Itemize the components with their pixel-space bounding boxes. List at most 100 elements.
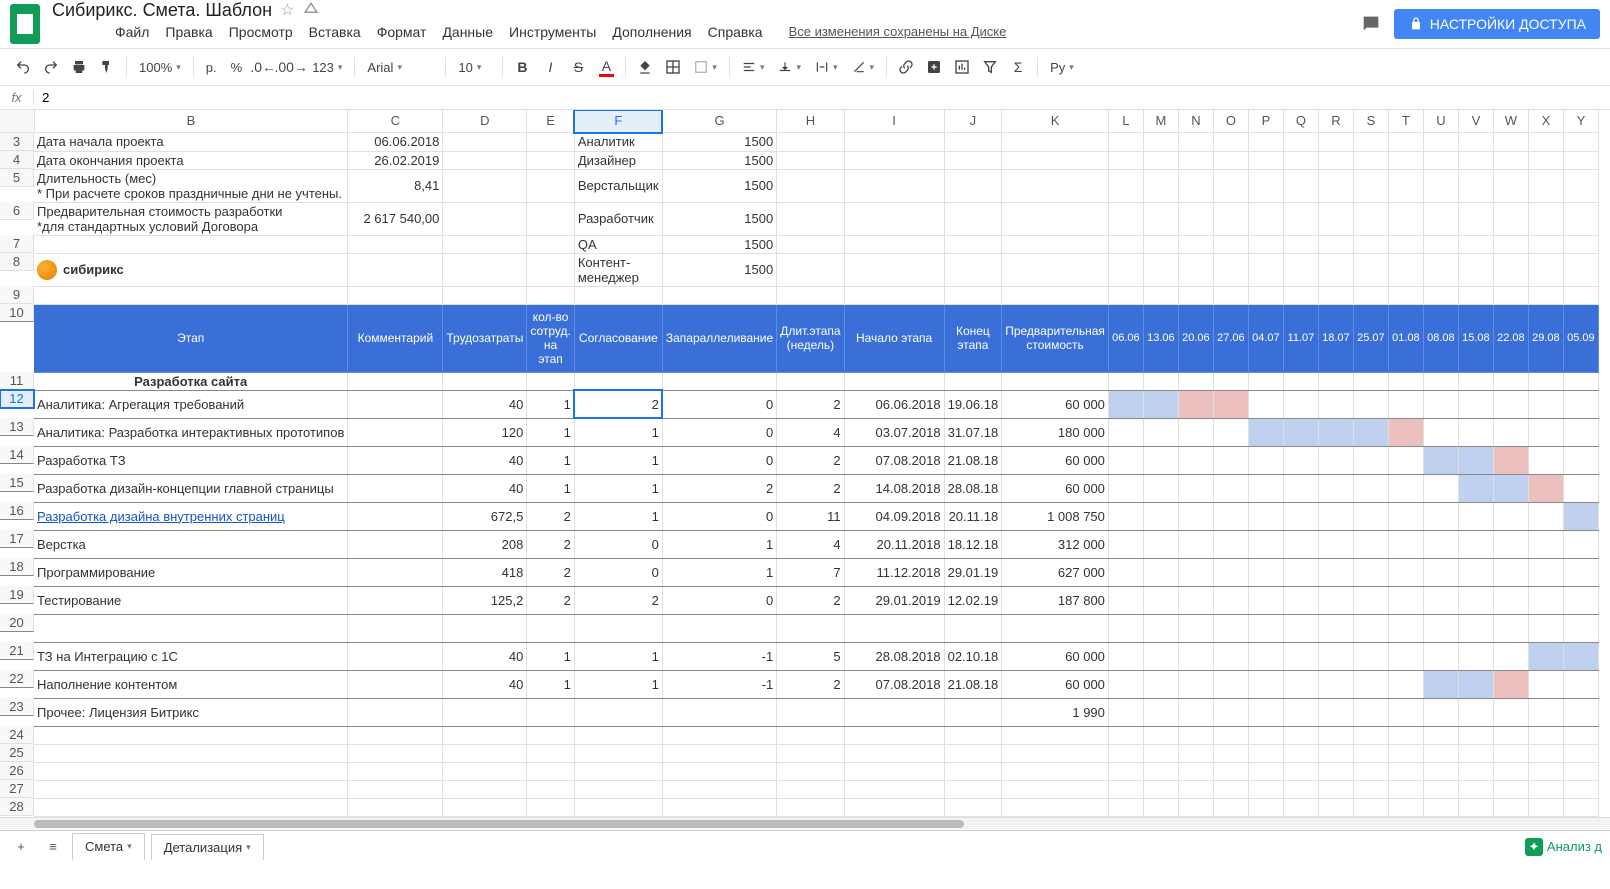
cell[interactable] [1248, 151, 1283, 169]
cell[interactable]: 2 [662, 474, 776, 502]
cell[interactable] [1108, 726, 1143, 744]
gantt-cell[interactable] [1388, 530, 1423, 558]
cell[interactable] [1002, 253, 1109, 286]
cell[interactable] [574, 286, 662, 304]
cell[interactable] [527, 372, 575, 390]
cell[interactable] [1213, 614, 1248, 642]
row-header-25[interactable]: 25 [0, 744, 34, 762]
cell[interactable] [1423, 169, 1458, 202]
header-approve[interactable]: Согласование [574, 304, 662, 372]
header-date[interactable]: 08.08 [1423, 304, 1458, 372]
cell[interactable]: 29.01.2019 [844, 586, 944, 614]
gantt-cell[interactable] [1283, 670, 1318, 698]
row-header-22[interactable]: 22 [0, 670, 34, 688]
cell[interactable] [1528, 762, 1563, 780]
cell[interactable] [1213, 286, 1248, 304]
gantt-cell[interactable] [1563, 502, 1598, 530]
cell[interactable] [1563, 133, 1598, 152]
cell[interactable]: сибирикс [34, 253, 348, 286]
cell[interactable]: 2 [574, 586, 662, 614]
col-header-V[interactable]: V [1458, 110, 1493, 133]
cell[interactable] [1423, 726, 1458, 744]
gantt-cell[interactable] [1458, 474, 1493, 502]
cell[interactable] [662, 744, 776, 762]
cell[interactable] [34, 235, 348, 253]
cell[interactable] [1388, 151, 1423, 169]
text-color-button[interactable]: A [593, 54, 619, 80]
cell[interactable]: 07.08.2018 [844, 670, 944, 698]
gantt-cell[interactable] [1458, 642, 1493, 670]
gantt-cell[interactable] [1528, 586, 1563, 614]
col-header-O[interactable]: O [1213, 110, 1248, 133]
col-header-C[interactable]: C [348, 110, 443, 133]
cell[interactable] [1528, 726, 1563, 744]
gantt-cell[interactable] [1108, 558, 1143, 586]
cell[interactable] [348, 614, 443, 642]
filter-button[interactable] [977, 54, 1003, 80]
cell[interactable] [1388, 133, 1423, 152]
cell[interactable] [1563, 780, 1598, 798]
gantt-cell[interactable] [1493, 670, 1528, 698]
gantt-cell[interactable] [1248, 558, 1283, 586]
cell[interactable] [348, 762, 443, 780]
cell[interactable]: 0 [574, 530, 662, 558]
move-to-drive-icon[interactable] [302, 1, 320, 19]
gantt-cell[interactable] [1493, 446, 1528, 474]
cell[interactable] [662, 780, 776, 798]
cell[interactable]: 07.08.2018 [844, 446, 944, 474]
col-header-H[interactable]: H [777, 110, 844, 133]
cell[interactable] [1458, 744, 1493, 762]
gantt-cell[interactable] [1528, 558, 1563, 586]
cell[interactable] [777, 151, 844, 169]
cell[interactable] [1213, 151, 1248, 169]
cell[interactable] [1213, 253, 1248, 286]
redo-button[interactable] [38, 54, 64, 80]
cell[interactable] [1458, 780, 1493, 798]
cell[interactable] [1002, 780, 1109, 798]
cell[interactable] [1493, 286, 1528, 304]
cell[interactable]: 40 [443, 642, 527, 670]
cell[interactable] [1248, 235, 1283, 253]
gantt-cell[interactable] [1423, 446, 1458, 474]
undo-button[interactable] [10, 54, 36, 80]
gantt-cell[interactable] [1213, 418, 1248, 446]
cell[interactable] [443, 780, 527, 798]
cell[interactable] [443, 798, 527, 816]
cell[interactable] [1213, 762, 1248, 780]
gantt-cell[interactable] [1213, 670, 1248, 698]
cell[interactable] [348, 235, 443, 253]
cell[interactable] [443, 235, 527, 253]
menu-format[interactable]: Формат [370, 21, 434, 43]
cell[interactable] [1563, 372, 1598, 390]
gantt-cell[interactable] [1143, 698, 1178, 726]
cell[interactable] [443, 286, 527, 304]
cell[interactable]: 0 [662, 390, 776, 418]
menu-tools[interactable]: Инструменты [502, 21, 603, 43]
gantt-cell[interactable] [1248, 418, 1283, 446]
gantt-cell[interactable] [1353, 502, 1388, 530]
cell[interactable]: 2 [777, 390, 844, 418]
cell[interactable] [1493, 235, 1528, 253]
cell[interactable] [1178, 235, 1213, 253]
cell[interactable] [1143, 133, 1178, 152]
cell[interactable] [348, 798, 443, 816]
col-header-G[interactable]: G [662, 110, 776, 133]
cell[interactable] [348, 642, 443, 670]
cell[interactable]: 672,5 [443, 502, 527, 530]
cell[interactable]: QA [574, 235, 662, 253]
row-header-9[interactable]: 9 [0, 286, 34, 304]
borders-button[interactable] [660, 54, 686, 80]
cell[interactable]: 2 [574, 390, 662, 418]
cell[interactable] [1528, 372, 1563, 390]
gantt-cell[interactable] [1423, 418, 1458, 446]
cell[interactable] [1178, 286, 1213, 304]
cell[interactable]: 06.06.2018 [348, 133, 443, 152]
cell[interactable] [1002, 202, 1109, 235]
cell[interactable] [1283, 372, 1318, 390]
gantt-cell[interactable] [1178, 418, 1213, 446]
cell[interactable]: 2 617 540,00 [348, 202, 443, 235]
cell[interactable] [1108, 169, 1143, 202]
cell[interactable] [1563, 169, 1598, 202]
cell[interactable] [348, 446, 443, 474]
gantt-cell[interactable] [1353, 642, 1388, 670]
